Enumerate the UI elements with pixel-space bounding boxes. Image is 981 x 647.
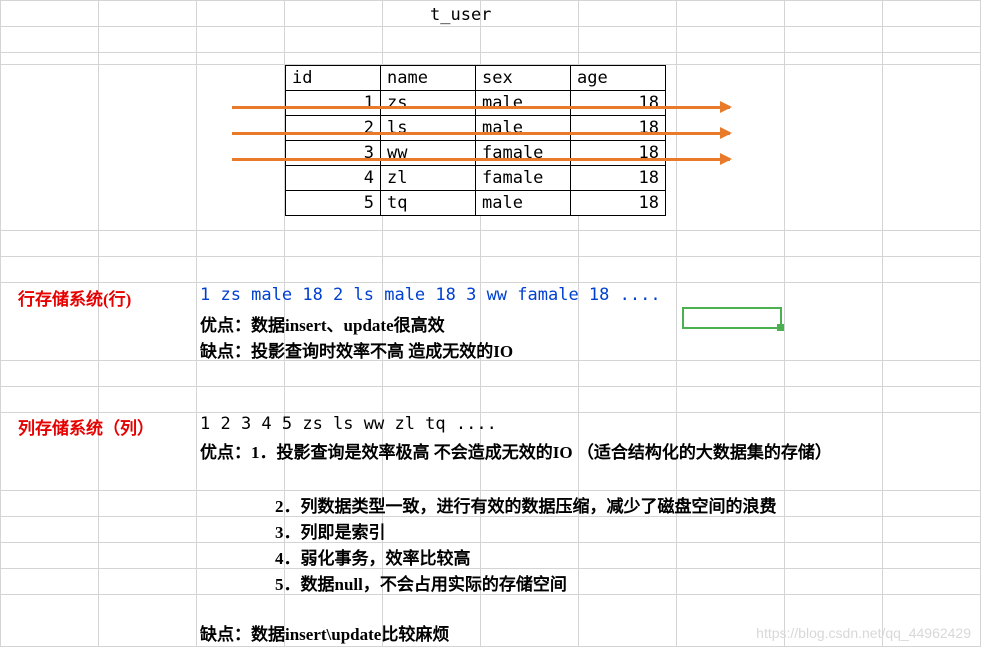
- cell-id: 3: [286, 141, 381, 166]
- cell-sex: male: [476, 116, 571, 141]
- table-row: 4 zl famale 18: [286, 166, 666, 191]
- cell-sex: famale: [476, 141, 571, 166]
- arrow-icon: [232, 106, 730, 109]
- cell-id: 2: [286, 116, 381, 141]
- col-store-advantage-4: 4．弱化事务，效率比较高: [275, 544, 471, 569]
- row-store-data: 1 zs male 18 2 ls male 18 3 ww famale 18…: [200, 285, 661, 305]
- row-store-title: 行存储系统(行): [18, 285, 131, 310]
- arrow-icon: [232, 158, 730, 161]
- cell-name: zs: [381, 91, 476, 116]
- col-store-advantage-5: 5．数据null，不会占用实际的存储空间: [275, 570, 567, 595]
- cell-age: 18: [571, 166, 666, 191]
- col-sex: sex: [476, 66, 571, 91]
- col-store-title: 列存储系统（列）: [18, 414, 154, 439]
- cell-age: 18: [571, 141, 666, 166]
- row-store-advantage: 优点：数据insert、update很高效: [200, 311, 445, 336]
- cell-name: tq: [381, 191, 476, 216]
- table-row: 5 tq male 18: [286, 191, 666, 216]
- cell-id: 1: [286, 91, 381, 116]
- cell-age: 18: [571, 91, 666, 116]
- cell-sex: famale: [476, 166, 571, 191]
- cell-name: ls: [381, 116, 476, 141]
- arrow-icon: [232, 132, 730, 135]
- col-age: age: [571, 66, 666, 91]
- cell-id: 5: [286, 191, 381, 216]
- table-row: 3 ww famale 18: [286, 141, 666, 166]
- cell-sex: male: [476, 191, 571, 216]
- table-title: t_user: [430, 5, 491, 25]
- col-store-advantage-3: 3．列即是索引: [275, 518, 386, 543]
- col-store-advantage-1: 优点：1．投影查询是效率极高 不会造成无效的IO （适合结构化的大数据集的存储）: [200, 440, 960, 466]
- cell-sex: male: [476, 91, 571, 116]
- col-id: id: [286, 66, 381, 91]
- watermark: https://blog.csdn.net/qq_44962429: [756, 625, 971, 641]
- active-cell-cursor[interactable]: [682, 307, 782, 329]
- cell-age: 18: [571, 116, 666, 141]
- cell-name: ww: [381, 141, 476, 166]
- table-row: 1 zs male 18: [286, 91, 666, 116]
- user-table: id name sex age 1 zs male 18 2 ls male 1…: [285, 65, 666, 216]
- row-store-disadvantage: 缺点：投影查询时效率不高 造成无效的IO: [200, 337, 513, 362]
- cell-id: 4: [286, 166, 381, 191]
- cell-name: zl: [381, 166, 476, 191]
- table-header-row: id name sex age: [286, 66, 666, 91]
- cell-age: 18: [571, 191, 666, 216]
- col-name: name: [381, 66, 476, 91]
- table-row: 2 ls male 18: [286, 116, 666, 141]
- col-store-advantage-2: 2．列数据类型一致，进行有效的数据压缩，减少了磁盘空间的浪费: [275, 492, 975, 517]
- col-store-data: 1 2 3 4 5 zs ls ww zl tq ....: [200, 414, 497, 434]
- col-store-disadvantage: 缺点：数据insert\update比较麻烦: [200, 620, 449, 645]
